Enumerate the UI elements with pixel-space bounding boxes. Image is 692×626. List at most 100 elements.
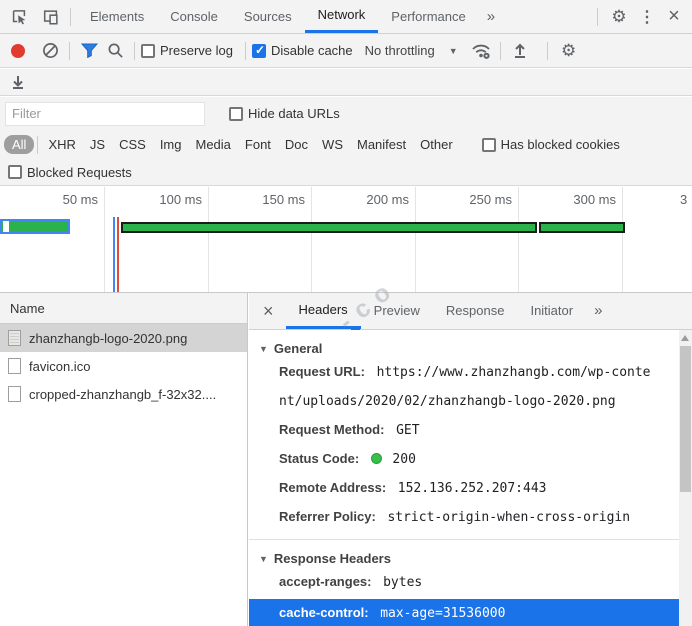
header-value: https://www.zhanzhangb.com/wp-conte bbox=[377, 365, 651, 380]
disable-cache-label: Disable cache bbox=[271, 43, 353, 58]
network-conditions-icon[interactable] bbox=[468, 38, 494, 64]
gridline bbox=[518, 187, 519, 292]
header-name: Request URL: bbox=[279, 364, 365, 379]
header-name: Referrer Policy: bbox=[279, 509, 376, 524]
table-row[interactable]: zhanzhangb-logo-2020.png bbox=[0, 324, 247, 352]
type-filter-doc[interactable]: Doc bbox=[278, 137, 315, 152]
import-har-icon[interactable] bbox=[507, 38, 533, 64]
general-section-header[interactable]: ▼ General bbox=[249, 330, 679, 358]
triangle-down-icon: ▼ bbox=[259, 344, 268, 354]
table-row[interactable]: favicon.ico bbox=[0, 352, 247, 380]
header-value: bytes bbox=[383, 575, 422, 590]
more-tabs-icon[interactable]: » bbox=[479, 0, 503, 33]
tab-elements[interactable]: Elements bbox=[77, 0, 157, 33]
chevron-down-icon[interactable]: ▼ bbox=[449, 46, 458, 56]
header-name: cache-control: bbox=[279, 605, 369, 620]
name-column-header[interactable]: Name bbox=[0, 293, 247, 324]
blocked-requests-row: Blocked Requests bbox=[0, 159, 692, 186]
section-title: General bbox=[274, 341, 322, 356]
scrollbar-up-icon[interactable] bbox=[681, 335, 689, 341]
type-filter-font[interactable]: Font bbox=[238, 137, 278, 152]
tab-initiator[interactable]: Initiator bbox=[517, 293, 586, 329]
header-value: 152.136.252.207:443 bbox=[398, 481, 547, 496]
blocked-requests-label: Blocked Requests bbox=[27, 165, 132, 180]
type-filter-img[interactable]: Img bbox=[153, 137, 189, 152]
request-method-row: Request Method: GET bbox=[249, 416, 679, 445]
hide-data-urls-checkbox[interactable] bbox=[229, 107, 243, 121]
tab-network[interactable]: Network bbox=[305, 0, 379, 33]
type-filter-all[interactable]: All bbox=[4, 135, 34, 154]
export-row bbox=[0, 69, 692, 96]
has-blocked-cookies-checkbox[interactable] bbox=[482, 138, 496, 152]
kebab-menu-icon[interactable]: ⋮ bbox=[634, 7, 660, 27]
request-name: favicon.ico bbox=[29, 359, 90, 374]
tab-headers[interactable]: Headers bbox=[286, 293, 361, 329]
accept-ranges-row[interactable]: accept-ranges: bytes bbox=[249, 568, 679, 597]
type-filter-manifest[interactable]: Manifest bbox=[350, 137, 413, 152]
response-headers-section-header[interactable]: ▼ Response Headers bbox=[249, 540, 679, 568]
status-code-row: Status Code: 200 bbox=[249, 445, 679, 474]
triangle-down-icon: ▼ bbox=[259, 554, 268, 564]
network-settings-gear-icon[interactable]: ⚙ bbox=[554, 41, 584, 61]
tab-sources[interactable]: Sources bbox=[231, 0, 305, 33]
request-details-panel: × Headers Preview Response Initiator » ▼… bbox=[249, 293, 692, 626]
close-devtools-icon[interactable]: × bbox=[660, 5, 688, 28]
request-url-row: Request URL: https://www.zhanzhangb.com/… bbox=[249, 358, 679, 416]
request-name: cropped-zhanzhangb_f-32x32.... bbox=[29, 387, 216, 402]
settings-gear-icon[interactable]: ⚙ bbox=[604, 7, 634, 27]
gridline bbox=[415, 187, 416, 292]
type-filter-media[interactable]: Media bbox=[188, 137, 237, 152]
tab-preview[interactable]: Preview bbox=[361, 293, 433, 329]
gridline bbox=[208, 187, 209, 292]
clear-icon[interactable] bbox=[37, 38, 63, 64]
header-name: Remote Address: bbox=[279, 480, 386, 495]
divider bbox=[69, 42, 70, 60]
tick-label: 300 ms bbox=[546, 192, 616, 207]
header-value: GET bbox=[396, 423, 419, 438]
scrollbar[interactable] bbox=[679, 330, 692, 626]
filter-input[interactable] bbox=[5, 102, 205, 126]
divider bbox=[500, 42, 501, 60]
filter-funnel-icon[interactable] bbox=[76, 38, 102, 64]
waterfall-bar-queueing bbox=[3, 221, 9, 232]
referrer-policy-row: Referrer Policy: strict-origin-when-cros… bbox=[249, 503, 679, 532]
preserve-log-checkbox[interactable] bbox=[141, 44, 155, 58]
devtools-tabbar: Elements Console Sources Network Perform… bbox=[0, 0, 692, 34]
gridline bbox=[311, 187, 312, 292]
tab-response[interactable]: Response bbox=[433, 293, 518, 329]
disable-cache-checkbox[interactable] bbox=[252, 44, 266, 58]
type-filter-css[interactable]: CSS bbox=[112, 137, 153, 152]
resource-type-filters: All XHR JS CSS Img Media Font Doc WS Man… bbox=[0, 130, 692, 159]
more-detail-tabs-icon[interactable]: » bbox=[586, 293, 610, 329]
tick-label: 3 bbox=[680, 192, 692, 207]
download-icon[interactable] bbox=[5, 69, 31, 95]
close-details-icon[interactable]: × bbox=[249, 301, 286, 322]
record-button[interactable] bbox=[11, 44, 25, 58]
tab-performance[interactable]: Performance bbox=[378, 0, 478, 33]
type-filter-js[interactable]: JS bbox=[83, 137, 112, 152]
gridline bbox=[104, 187, 105, 292]
type-filter-other[interactable]: Other bbox=[413, 137, 460, 152]
search-icon[interactable] bbox=[102, 38, 128, 64]
divider bbox=[70, 8, 71, 26]
device-toolbar-icon[interactable] bbox=[38, 4, 64, 30]
table-row[interactable]: cropped-zhanzhangb_f-32x32.... bbox=[0, 380, 247, 408]
header-value: nt/uploads/2020/02/zhanzhangb-logo-2020.… bbox=[279, 394, 616, 409]
waterfall-bar-selected bbox=[0, 219, 70, 234]
tick-label: 150 ms bbox=[235, 192, 305, 207]
tabbar-right-icons: ⚙ ⋮ × bbox=[591, 5, 688, 28]
type-filter-xhr[interactable]: XHR bbox=[41, 137, 82, 152]
scrollbar-thumb[interactable] bbox=[680, 346, 691, 492]
cache-control-row-selected[interactable]: cache-control: max-age=31536000 bbox=[249, 599, 679, 626]
type-filter-ws[interactable]: WS bbox=[315, 137, 350, 152]
tab-console[interactable]: Console bbox=[157, 0, 231, 33]
filter-row: Hide data URLs bbox=[0, 97, 692, 130]
section-title: Response Headers bbox=[274, 551, 391, 566]
timeline-overview[interactable]: 50 ms 100 ms 150 ms 200 ms 250 ms 300 ms… bbox=[0, 187, 692, 293]
file-icon bbox=[8, 358, 21, 374]
inspect-element-icon[interactable] bbox=[6, 4, 32, 30]
divider bbox=[37, 136, 38, 154]
blocked-requests-checkbox[interactable] bbox=[8, 165, 22, 179]
tick-label: 50 ms bbox=[28, 192, 98, 207]
throttling-select[interactable]: No throttling bbox=[365, 43, 435, 58]
